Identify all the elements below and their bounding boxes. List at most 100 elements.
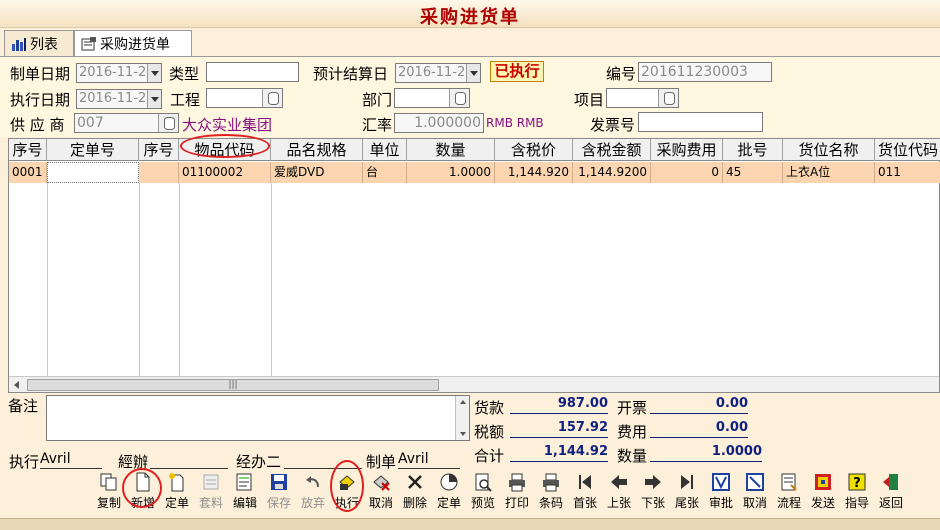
- detail-grid[interactable]: 序号 定单号 序号 物品代码 品名规格 单位 数量 含税价 含税金额 采购费用 …: [8, 138, 940, 393]
- col-header[interactable]: 定单号: [47, 139, 139, 161]
- grid-line: [139, 183, 140, 377]
- order-button[interactable]: 定单: [160, 470, 194, 516]
- scroll-left-icon[interactable]: [14, 381, 19, 389]
- next-button[interactable]: 下张: [636, 470, 670, 516]
- workflow-icon: [779, 472, 799, 492]
- table-cell[interactable]: 1.0000: [407, 162, 495, 183]
- table-cell[interactable]: 爱威DVD: [271, 162, 363, 183]
- invoice-field[interactable]: [638, 112, 763, 132]
- table-cell[interactable]: 上衣A位: [783, 162, 875, 183]
- first-button[interactable]: 首张: [568, 470, 602, 516]
- prev-button[interactable]: 上张: [602, 470, 636, 516]
- first-icon: [575, 472, 595, 492]
- type-field[interactable]: [206, 62, 299, 82]
- preview-label: 预览: [470, 496, 495, 510]
- memo-scrollbar[interactable]: [455, 396, 469, 440]
- zhidan-date-field[interactable]: 2016-11-23: [76, 63, 162, 83]
- col-header[interactable]: 数量: [407, 139, 495, 161]
- database-lookup-icon[interactable]: [658, 89, 678, 107]
- database-lookup-icon[interactable]: [449, 89, 469, 107]
- dept-field[interactable]: [394, 88, 470, 108]
- cancel-approve-button[interactable]: 取消: [738, 470, 772, 516]
- edit-icon: [235, 472, 255, 492]
- database-lookup-icon[interactable]: [262, 89, 282, 107]
- save-label: 保存: [266, 496, 291, 510]
- col-header[interactable]: 货位代码: [875, 139, 940, 161]
- barcode-button[interactable]: 条码: [534, 470, 568, 516]
- supplier-code-value: 007: [77, 115, 104, 131]
- chevron-down-icon[interactable]: [466, 64, 480, 82]
- col-header[interactable]: 货位名称: [783, 139, 875, 161]
- col-header[interactable]: 序号: [9, 139, 47, 161]
- tab-list[interactable]: 列表: [4, 30, 74, 56]
- discard-button[interactable]: 放弃: [296, 470, 330, 516]
- col-header[interactable]: 品名规格: [271, 139, 363, 161]
- fee-label: 费用: [617, 423, 648, 441]
- supplier-code-field[interactable]: 007: [74, 113, 179, 133]
- print-icon: [507, 472, 527, 492]
- approve-button[interactable]: 审批: [704, 470, 738, 516]
- project-field[interactable]: [206, 88, 283, 108]
- tab-purchase-order[interactable]: 采购进货单: [74, 30, 192, 57]
- col-header[interactable]: 单位: [363, 139, 407, 161]
- exit-button[interactable]: 返回: [874, 470, 908, 516]
- materials-button[interactable]: 套料: [194, 470, 228, 516]
- table-cell[interactable]: [139, 162, 179, 183]
- table-cell[interactable]: 台: [363, 162, 407, 183]
- item-field[interactable]: [606, 88, 679, 108]
- workflow-button[interactable]: 流程: [772, 470, 806, 516]
- last-label: 尾张: [674, 496, 699, 510]
- grid-line: [47, 183, 48, 377]
- scroll-thumb[interactable]: |||: [27, 379, 439, 391]
- workflow-label: 流程: [776, 496, 801, 510]
- col-header[interactable]: 含税金额: [573, 139, 651, 161]
- col-header[interactable]: 含税价: [495, 139, 573, 161]
- col-header[interactable]: 采购费用: [651, 139, 723, 161]
- settle-date-field[interactable]: 2016-11-25: [395, 63, 481, 83]
- send-button[interactable]: 发送: [806, 470, 840, 516]
- settle-date-label: 预计结算日: [313, 65, 389, 83]
- edit-button[interactable]: 编辑: [228, 470, 262, 516]
- table-row[interactable]: 0001 01100002 爱威DVD 台 1.0000 1,144.920 1…: [9, 162, 940, 183]
- col-header[interactable]: 批号: [723, 139, 783, 161]
- save-button[interactable]: 保存: [262, 470, 296, 516]
- invoice-label: 发票号: [590, 116, 636, 134]
- prev-label: 上张: [606, 496, 631, 510]
- order2-label: 定单: [436, 496, 461, 510]
- type-label: 类型: [169, 65, 200, 83]
- window-title: 采购进货单: [420, 7, 520, 28]
- summary-area: 备注 货款 987.00 开票 0.00 税额 157.92 费用 0.00 合…: [0, 394, 940, 471]
- prev-icon: [609, 472, 629, 492]
- table-cell[interactable]: 1,144.9200: [573, 162, 651, 183]
- col-header[interactable]: 序号: [139, 139, 179, 161]
- annotation-circle: [180, 134, 270, 158]
- table-cell[interactable]: 01100002: [179, 162, 271, 183]
- memo-textarea[interactable]: [46, 395, 470, 441]
- table-cell[interactable]: 011: [875, 162, 940, 183]
- chevron-down-icon[interactable]: [147, 64, 161, 82]
- cancel-execute-button[interactable]: 取消: [364, 470, 398, 516]
- table-cell[interactable]: 45: [723, 162, 783, 183]
- horizontal-scrollbar[interactable]: |||: [9, 376, 939, 392]
- chart-icon: [11, 37, 27, 51]
- exec-date-field[interactable]: 2016-11-23: [76, 89, 162, 109]
- preview-button[interactable]: 预览: [466, 470, 500, 516]
- rate-field[interactable]: 1.000000: [394, 113, 484, 133]
- help-button[interactable]: ? 指导: [840, 470, 874, 516]
- order2-button[interactable]: 定单: [432, 470, 466, 516]
- table-cell[interactable]: 0001: [9, 162, 47, 183]
- table-cell[interactable]: [47, 162, 139, 183]
- approve-label: 审批: [708, 496, 733, 510]
- copy-button[interactable]: 复制: [92, 470, 126, 516]
- delete-button[interactable]: 删除: [398, 470, 432, 516]
- number-field[interactable]: 201611230003: [638, 62, 772, 82]
- dept-label: 部门: [362, 91, 393, 109]
- chevron-down-icon[interactable]: [147, 90, 161, 108]
- table-cell[interactable]: 0: [651, 162, 723, 183]
- zhidan-date-value: 2016-11-23: [79, 65, 155, 80]
- svg-text:?: ?: [853, 476, 861, 491]
- database-lookup-icon[interactable]: [158, 114, 178, 132]
- table-cell[interactable]: 1,144.920: [495, 162, 573, 183]
- print-button[interactable]: 打印: [500, 470, 534, 516]
- last-button[interactable]: 尾张: [670, 470, 704, 516]
